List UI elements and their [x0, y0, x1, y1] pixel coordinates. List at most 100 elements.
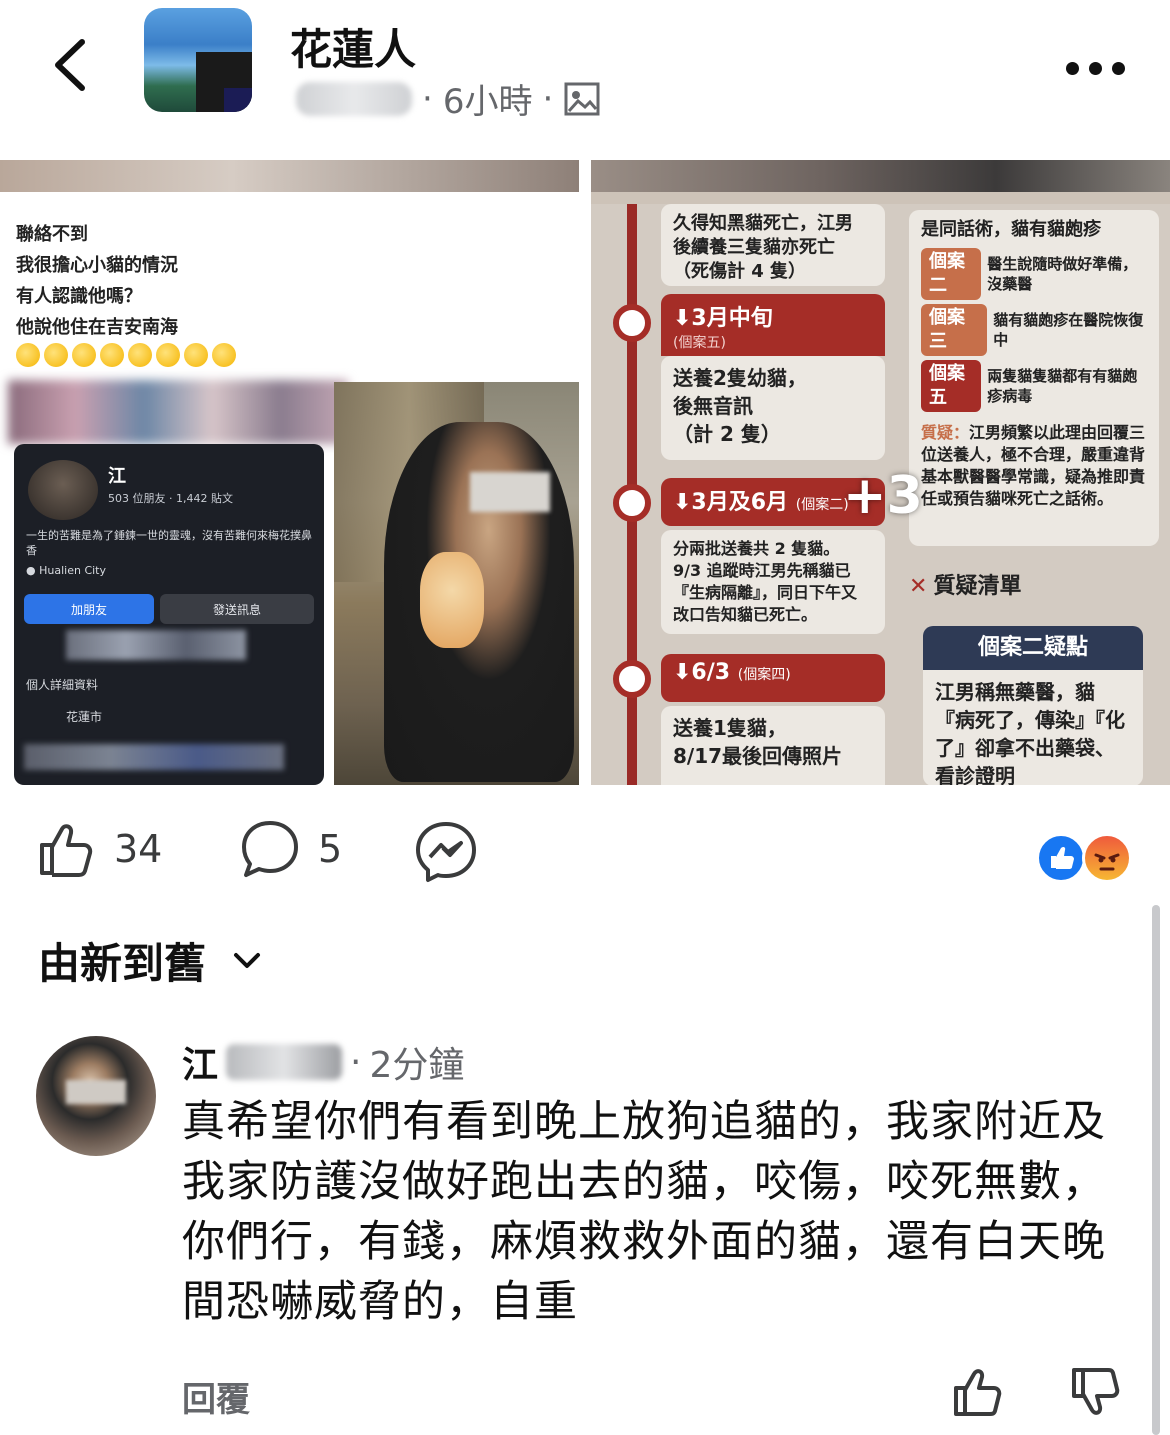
- like-reaction-icon: [1036, 833, 1086, 883]
- card-line: 『生病隔離』，同日下午又: [673, 583, 858, 602]
- back-button[interactable]: [40, 30, 110, 100]
- comment-button[interactable]: 5: [240, 819, 342, 879]
- doubt-paragraph: 質疑：江男頻繁以此理由回覆三位送養人，極不合理，嚴重違背基本獸醫醫學常識，疑為推…: [921, 422, 1147, 510]
- case2-box: 個案二疑點 江男稱無藥醫，貓『病死了，傳染』『化了』卻拿不出藥袋、看診證明: [923, 626, 1143, 785]
- profile-blurred-row: [66, 630, 246, 660]
- screenshot-line: 他說他住在吉安南海: [16, 317, 178, 338]
- avatar-censor-block-2: [224, 88, 252, 112]
- scrollbar[interactable]: [1152, 905, 1160, 1435]
- crying-emoji-icon: [44, 343, 68, 367]
- profile-stats: 503 位朋友 · 1,442 貼文: [108, 492, 233, 505]
- post-time[interactable]: 6小時: [443, 74, 533, 123]
- profile-details-title: 個人詳細資料: [26, 678, 99, 692]
- share-messenger-button[interactable]: [414, 819, 478, 883]
- timeline-head-text: ⬇3月及6月: [673, 490, 789, 515]
- like-button[interactable]: 34: [36, 819, 162, 879]
- right-top-text: 是同話術，貓有貓皰疹: [921, 219, 1101, 240]
- timeline-card-2: 送養2隻幼貓， 後無音訊 （計 2 隻）: [661, 356, 885, 460]
- doubt-label: 質疑：: [921, 423, 970, 442]
- post-action-bar: 34 5: [0, 805, 1170, 905]
- case-tag: 個案二: [921, 248, 982, 300]
- photo-album-icon: [564, 82, 600, 115]
- chevron-down-icon: [234, 952, 261, 968]
- meta-separator: ·: [422, 78, 433, 119]
- crying-emoji-icon: [212, 343, 236, 367]
- timeline-head-2: ⬇3月中旬 (個案五): [661, 294, 885, 356]
- angry-reaction-glyph: [1094, 853, 1120, 871]
- timeline-head-sub: (個案二): [795, 497, 849, 513]
- avatar[interactable]: [36, 1036, 156, 1156]
- timeline-card-1: 久得知黑貓死亡，江男 後續養三隻貓亦死亡 （死傷計 4 隻）: [661, 204, 885, 286]
- upvote-button[interactable]: [950, 1364, 1010, 1420]
- post-photo-left[interactable]: 聯絡不到 我很擔心小貓的情況 有人認識他嗎？ 他說他住在吉安南海 江 503 位…: [0, 160, 579, 785]
- case-row: 個案二 醫生說隨時做好準備，沒藥醫: [921, 248, 1147, 300]
- comment-sort-dropdown[interactable]: 由新到舊: [38, 930, 264, 991]
- man-holding-cat-photo: [334, 382, 579, 785]
- card-line: 8/17最後回傳照片: [673, 744, 843, 768]
- chevron-left-icon: [55, 39, 85, 91]
- profile-name: 江: [108, 466, 126, 487]
- blurred-strip: [8, 380, 348, 444]
- profile-blurred-row-2: [24, 744, 284, 770]
- thumbs-down-icon: [1072, 1368, 1120, 1415]
- crying-emoji-icon: [16, 343, 40, 367]
- reply-button[interactable]: 回覆: [182, 1372, 250, 1421]
- timeline-head-sub: (個案四): [737, 667, 791, 683]
- card-line: 送養2隻幼貓，: [673, 366, 807, 390]
- post-photo-grid[interactable]: 聯絡不到 我很擔心小貓的情況 有人認識他嗎？ 他說他住在吉安南海 江 503 位…: [0, 160, 1170, 785]
- card-line: 後無音訊: [673, 394, 753, 418]
- more-dot: [1089, 61, 1102, 75]
- profile-bio: 一生的苦難是為了錘鍊一世的靈魂，沒有苦難何來梅花撲鼻香: [26, 529, 312, 557]
- comment-time[interactable]: 2分鐘: [369, 1036, 464, 1088]
- thumbs-up-icon: [40, 824, 93, 877]
- case-text: 貓有貓皰疹在醫院恢復中: [993, 311, 1144, 349]
- blurred-author-name: [226, 1044, 343, 1080]
- timeline-head-text: ⬇3月中旬: [673, 306, 773, 331]
- like-count: 34: [114, 827, 163, 871]
- screenshot-line: 我很擔心小貓的情況: [16, 255, 178, 276]
- comment-bubble-icon: [242, 821, 298, 877]
- more-options-button[interactable]: [1066, 56, 1130, 80]
- card-line: 送養1隻貓，: [673, 716, 787, 740]
- card-line: 久得知黑貓死亡，江男: [673, 213, 853, 234]
- timeline-clock-icon: [613, 660, 651, 698]
- card-line: 9/3 追蹤時江男先稱貓已: [673, 561, 851, 580]
- more-dot: [1112, 61, 1125, 75]
- timeline-head-4: ⬇6/3 (個案四): [661, 654, 885, 702]
- screenshot-line: 有人認識他嗎？: [16, 286, 142, 307]
- case-row: 個案三 貓有貓皰疹在醫院恢復中: [921, 304, 1147, 356]
- crying-emoji-icon: [72, 343, 96, 367]
- case-tag: 個案五: [921, 360, 982, 412]
- reaction-summary[interactable]: [1036, 829, 1136, 885]
- more-photos-count[interactable]: +3: [843, 466, 923, 526]
- angry-reaction-icon: [1082, 833, 1132, 883]
- emoji-row: [16, 343, 236, 367]
- profile-message: 發送訊息: [160, 594, 314, 624]
- card-line: 後續養三隻貓亦死亡: [673, 237, 835, 258]
- screenshot-line: 聯絡不到: [16, 224, 88, 245]
- thumbs-up-icon: [954, 1369, 1002, 1416]
- timeline-card-3: 分兩批送養共 2 隻貓。 9/3 追蹤時江男先稱貓已 『生病隔離』，同日下午又 …: [661, 530, 885, 634]
- meta-separator-2: ·: [542, 78, 554, 119]
- comment-text: 真希望你們有看到晚上放狗追貓的，我家附近及我家防護沒做好跑出去的貓，咬傷，咬死無…: [182, 1097, 1106, 1327]
- timeline-clock-icon: [613, 484, 651, 522]
- card-line: （死傷計 4 隻）: [673, 261, 807, 282]
- doubt-list-title: ✕ 質疑清單: [909, 568, 1021, 600]
- comment-author-name[interactable]: 江: [182, 1036, 218, 1088]
- page-name[interactable]: 花蓮人: [290, 16, 416, 77]
- comment-author-row: 江 · 2分鐘: [182, 1036, 464, 1088]
- post-meta: · 6小時 ·: [296, 74, 601, 123]
- post-photo-right[interactable]: 久得知黑貓死亡，江男 後續養三隻貓亦死亡 （死傷計 4 隻） ⬇3月中旬 (個案…: [591, 160, 1170, 785]
- screenshot-profile-card: 江 503 位朋友 · 1,442 貼文 一生的苦難是為了錘鍊一世的靈魂，沒有苦…: [14, 444, 324, 785]
- timeline-head-text: ⬇6/3: [673, 660, 731, 685]
- profile-add-friend: 加朋友: [24, 594, 154, 624]
- page-avatar[interactable]: [144, 8, 252, 112]
- case-text: 兩隻貓隻貓都有有貓皰疹病毒: [987, 367, 1138, 405]
- cross-icon: ✕: [909, 574, 928, 599]
- crying-emoji-icon: [184, 343, 208, 367]
- photo-top-strip: [591, 160, 1170, 192]
- card-line: （計 2 隻）: [673, 422, 781, 446]
- downvote-button[interactable]: [1068, 1364, 1128, 1420]
- avatar-face-blur: [66, 1080, 126, 1104]
- crying-emoji-icon: [128, 343, 152, 367]
